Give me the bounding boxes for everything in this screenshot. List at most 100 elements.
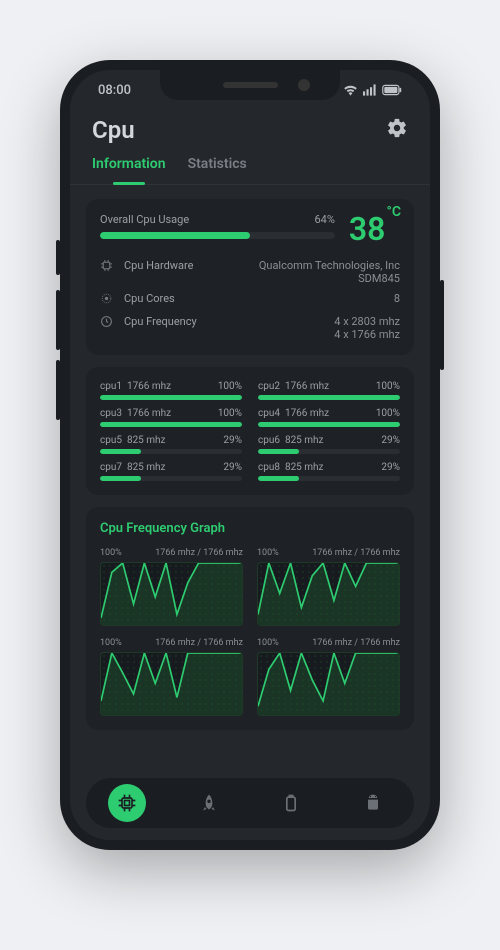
- spec-value: 8: [222, 292, 400, 305]
- graph-title: Cpu Frequency Graph: [100, 521, 400, 536]
- core-bar: [100, 449, 242, 454]
- freq-graph-item: 100% 1766 mhz / 1766 mhz: [100, 638, 243, 716]
- core-percent: 100%: [218, 408, 242, 419]
- graph-percent: 100%: [100, 638, 122, 648]
- page-title: Cpu: [92, 116, 135, 144]
- bottom-nav: [86, 778, 414, 828]
- freq-graph: [257, 562, 400, 626]
- overall-usage-label: Overall Cpu Usage: [100, 213, 189, 226]
- gear-icon: [386, 117, 408, 139]
- cpu-core-item: cpu6 825 mhz 29%: [258, 435, 400, 454]
- temp-unit: °C: [386, 204, 401, 220]
- rocket-icon: [199, 793, 219, 813]
- core-name: cpu3 1766 mhz: [100, 408, 171, 419]
- cpu-core-item: cpu8 825 mhz 29%: [258, 462, 400, 481]
- wifi-icon: [343, 84, 358, 96]
- tabs: Information Statistics: [70, 144, 430, 185]
- cpu-core-item: cpu2 1766 mhz 100%: [258, 381, 400, 400]
- core-bar: [100, 476, 242, 481]
- graph-card: Cpu Frequency Graph 100% 1766 mhz / 1766…: [86, 507, 414, 730]
- battery-icon: [382, 84, 402, 96]
- freq-graph-item: 100% 1766 mhz / 1766 mhz: [100, 548, 243, 626]
- tab-information[interactable]: Information: [92, 156, 166, 184]
- graph-percent: 100%: [257, 548, 279, 558]
- core-bar: [258, 395, 400, 400]
- freq-graph-item: 100% 1766 mhz / 1766 mhz: [257, 548, 400, 626]
- camera: [298, 79, 310, 91]
- graph-freq: 1766 mhz / 1766 mhz: [155, 638, 243, 648]
- screen: 08:00 Cpu Information Statistics: [70, 70, 430, 840]
- spec-value: Qualcomm Technologies, Inc SDM845: [222, 259, 400, 285]
- nav-cpu[interactable]: [108, 784, 146, 822]
- settings-button[interactable]: [386, 117, 408, 143]
- signal-icon: [363, 84, 377, 96]
- android-icon: [363, 793, 383, 813]
- graph-percent: 100%: [100, 548, 122, 558]
- volume-button: [56, 290, 60, 350]
- tab-statistics[interactable]: Statistics: [188, 156, 247, 184]
- volume-button: [56, 240, 60, 275]
- graph-freq: 1766 mhz / 1766 mhz: [312, 638, 400, 648]
- spec-label: Cpu Frequency: [124, 315, 212, 328]
- status-time: 08:00: [98, 83, 131, 98]
- cpu-icon: [117, 793, 137, 813]
- spec-cores: Cpu Cores 8: [100, 292, 400, 308]
- core-percent: 29%: [223, 435, 242, 446]
- core-percent: 100%: [376, 408, 400, 419]
- cpu-core-item: cpu7 825 mhz 29%: [100, 462, 242, 481]
- freq-line-2: 4 x 1766 mhz: [222, 328, 400, 341]
- nav-boost[interactable]: [190, 784, 228, 822]
- cpu-core-item: cpu5 825 mhz 29%: [100, 435, 242, 454]
- spec-label: Cpu Cores: [124, 292, 212, 305]
- status-icons: [343, 84, 402, 96]
- nav-system[interactable]: [354, 784, 392, 822]
- nav-battery[interactable]: [272, 784, 310, 822]
- core-percent: 29%: [381, 462, 400, 473]
- freq-graph: [100, 652, 243, 716]
- spec-frequency: Cpu Frequency 4 x 2803 mhz 4 x 1766 mhz: [100, 315, 400, 341]
- spec-value: 4 x 2803 mhz 4 x 1766 mhz: [222, 315, 400, 341]
- spec-hardware: Cpu Hardware Qualcomm Technologies, Inc …: [100, 259, 400, 285]
- core-bar: [100, 395, 242, 400]
- cpu-core-item: cpu4 1766 mhz 100%: [258, 408, 400, 427]
- overall-usage-bar: [100, 232, 335, 239]
- power-button: [440, 280, 444, 370]
- core-bar: [258, 422, 400, 427]
- freq-icon: [100, 315, 114, 331]
- spec-label: Cpu Hardware: [124, 259, 212, 272]
- graph-freq: 1766 mhz / 1766 mhz: [312, 548, 400, 558]
- overall-card: Overall Cpu Usage 64% 38°C Cpu Ha: [86, 199, 414, 355]
- volume-button: [56, 360, 60, 420]
- temp-value: 38: [349, 210, 386, 248]
- freq-line-1: 4 x 2803 mhz: [222, 315, 400, 328]
- core-name: cpu8 825 mhz: [258, 462, 324, 473]
- header: Cpu: [70, 110, 430, 144]
- core-name: cpu5 825 mhz: [100, 435, 166, 446]
- overall-usage-percent: 64%: [314, 213, 334, 226]
- freq-graph: [257, 652, 400, 716]
- core-name: cpu2 1766 mhz: [258, 381, 329, 392]
- graph-percent: 100%: [257, 638, 279, 648]
- core-name: cpu6 825 mhz: [258, 435, 324, 446]
- core-percent: 100%: [376, 381, 400, 392]
- core-name: cpu1 1766 mhz: [100, 381, 171, 392]
- chip-icon: [100, 259, 114, 275]
- core-name: cpu4 1766 mhz: [258, 408, 329, 419]
- graph-freq: 1766 mhz / 1766 mhz: [155, 548, 243, 558]
- freq-graph-item: 100% 1766 mhz / 1766 mhz: [257, 638, 400, 716]
- core-percent: 100%: [218, 381, 242, 392]
- core-bar: [258, 449, 400, 454]
- core-percent: 29%: [381, 435, 400, 446]
- core-percent: 29%: [223, 462, 242, 473]
- core-name: cpu7 825 mhz: [100, 462, 166, 473]
- cpu-core-item: cpu3 1766 mhz 100%: [100, 408, 242, 427]
- battery-icon: [281, 793, 301, 813]
- spec-list: Cpu Hardware Qualcomm Technologies, Inc …: [100, 259, 400, 341]
- notch: [160, 70, 340, 100]
- phone-frame: 08:00 Cpu Information Statistics: [60, 60, 440, 850]
- speaker: [223, 82, 278, 88]
- freq-graph: [100, 562, 243, 626]
- cpu-core-item: cpu1 1766 mhz 100%: [100, 381, 242, 400]
- cores-icon: [100, 292, 114, 308]
- content: Overall Cpu Usage 64% 38°C Cpu Ha: [70, 185, 430, 744]
